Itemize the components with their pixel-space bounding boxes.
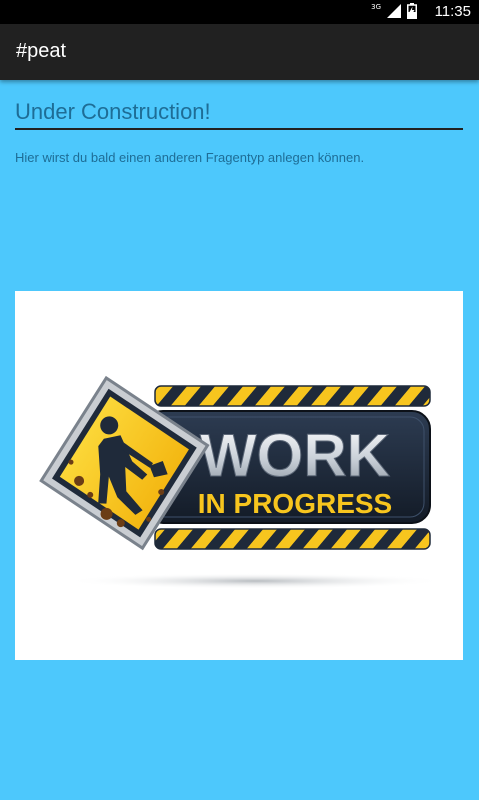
status-time: 11:35: [434, 3, 471, 20]
network-type: 3G: [371, 3, 381, 11]
app-title: #peat: [16, 40, 67, 62]
hazard-stripe-top: [154, 385, 431, 407]
sign-shadow: [65, 573, 445, 589]
status-icons: 3G: [371, 3, 417, 19]
sign-text-in-progress: IN PROGRESS: [198, 488, 392, 519]
app-bar: #peat: [0, 24, 479, 80]
battery-icon: [407, 3, 417, 19]
page-heading: Under Construction!: [15, 99, 211, 124]
status-bar: 3G 11:35: [0, 0, 479, 24]
work-in-progress-image: WORK IN PROGRESS: [15, 291, 463, 660]
heading-container: Under Construction!: [15, 96, 463, 130]
signal-icon: [387, 4, 401, 18]
description-text: Hier wirst du bald einen anderen Fragent…: [15, 150, 365, 165]
sign-text-work: WORK: [200, 422, 390, 489]
work-in-progress-sign: WORK IN PROGRESS: [39, 375, 445, 589]
hazard-stripe-bottom: [154, 528, 431, 550]
